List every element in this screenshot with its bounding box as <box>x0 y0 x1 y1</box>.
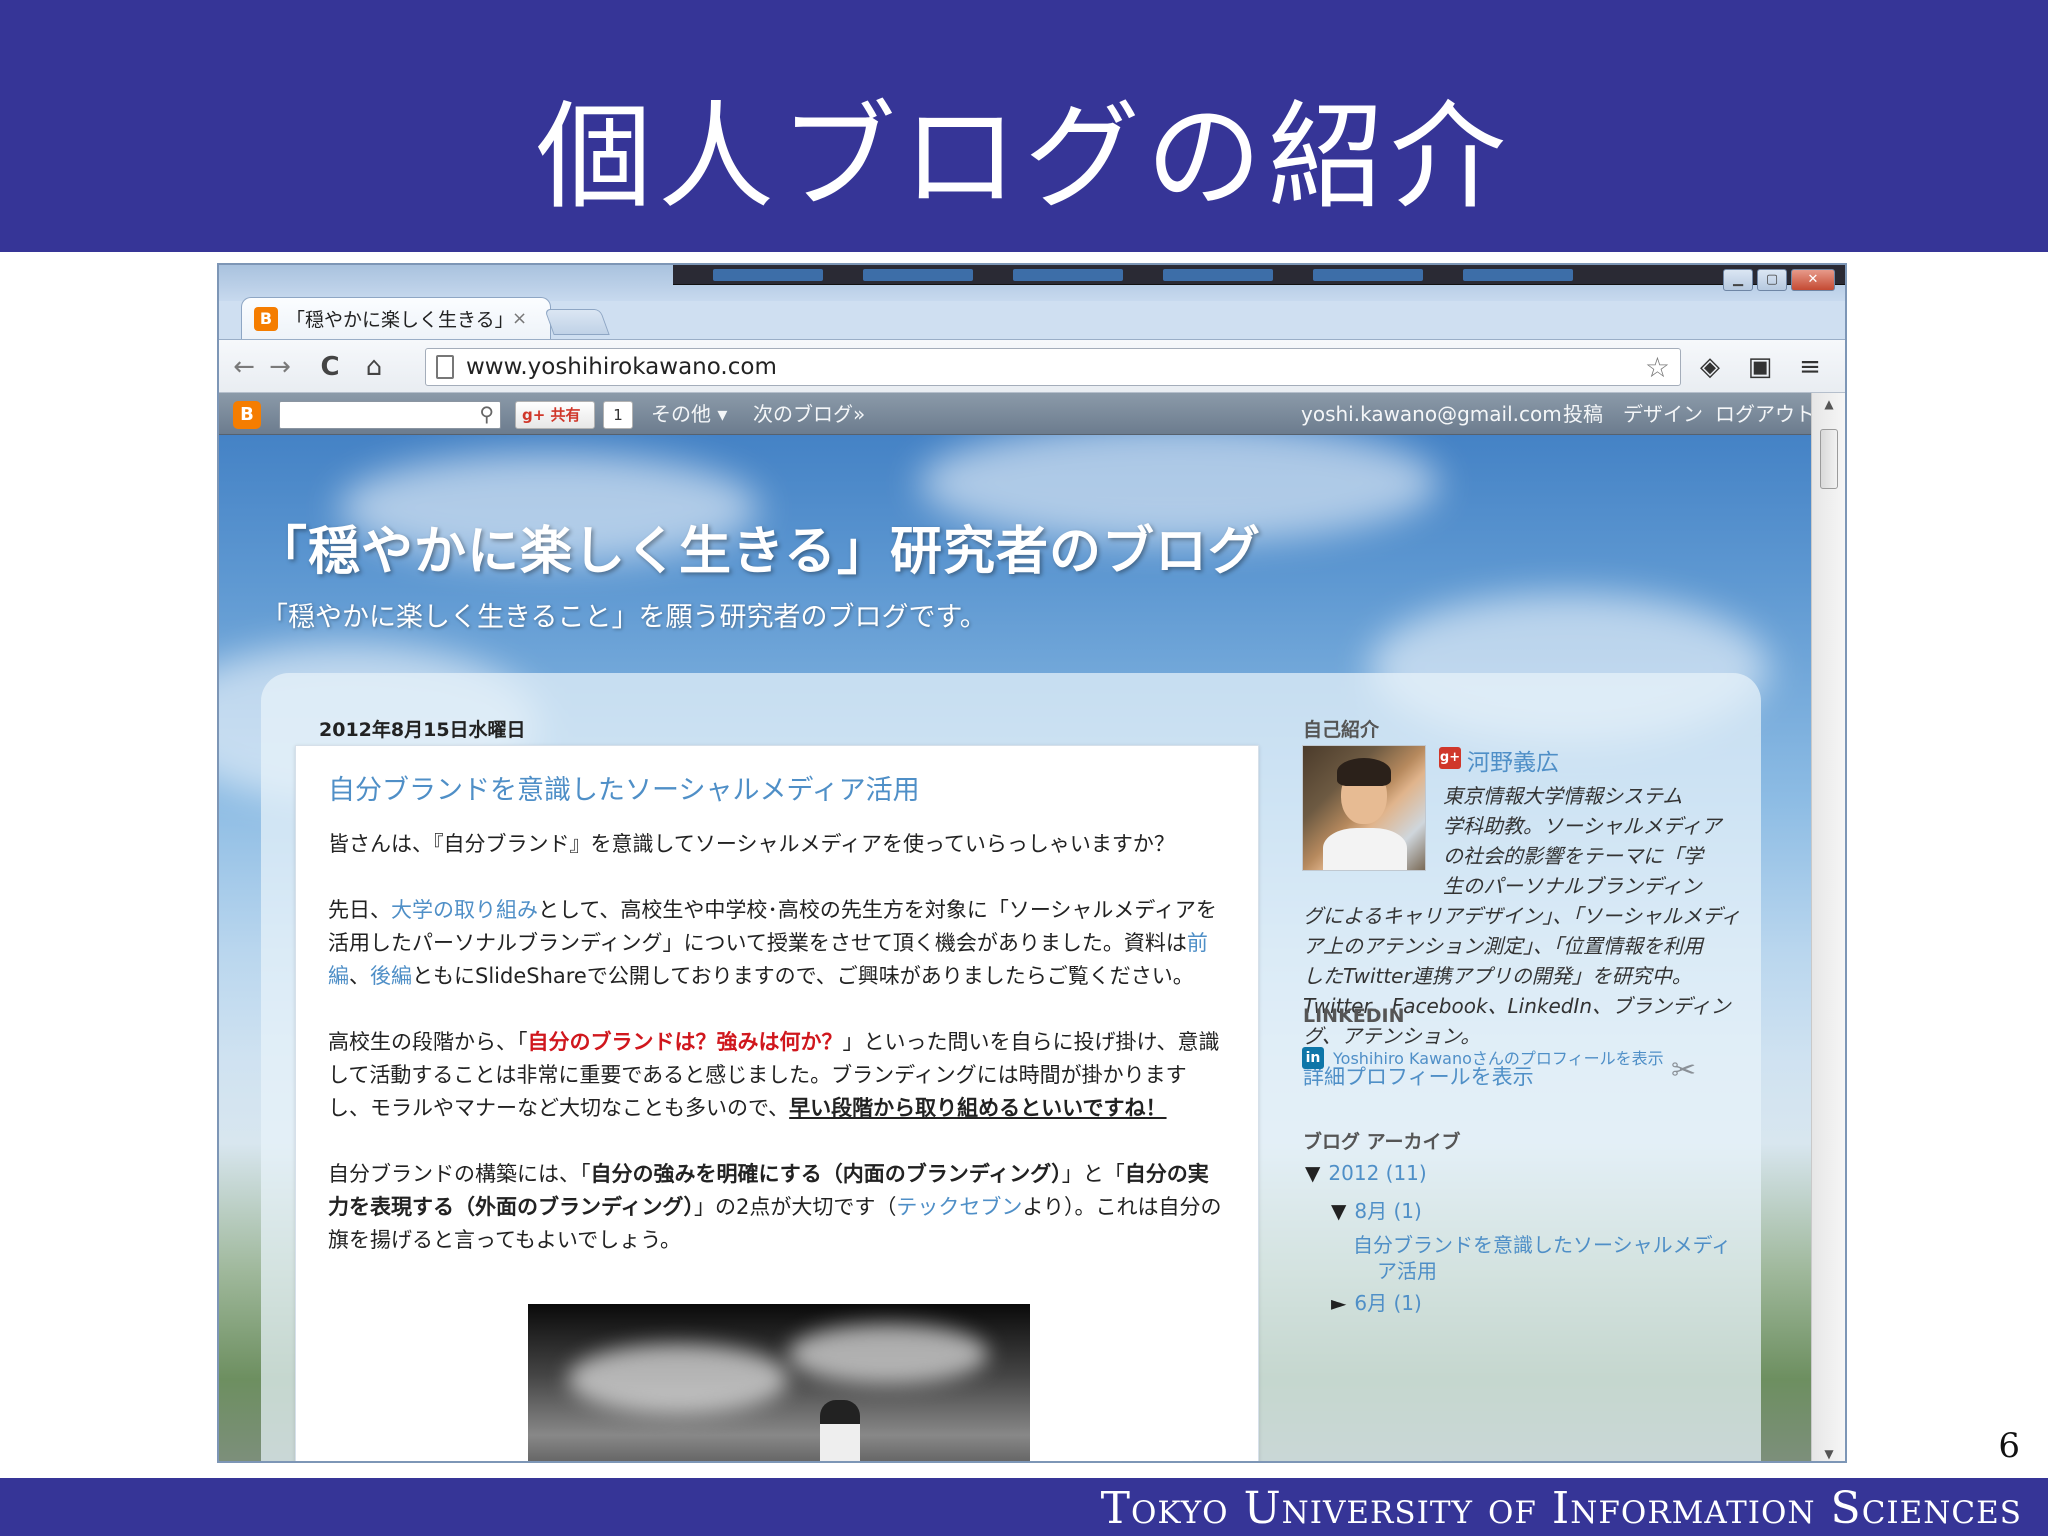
page-viewport: B ⚲ g+ 共有 1 その他 ▾ 次のブログ» yoshi.kawano@gm… <box>219 393 1813 1461</box>
address-bar[interactable]: www.yoshihirokawano.com ☆ <box>425 348 1681 386</box>
browser-window: ▁ ▢ ✕ B 「穏やかに楽しく生きる」 × ← → C ⌂ www.yoshi… <box>217 263 1847 1463</box>
new-tab-button[interactable] <box>544 309 610 335</box>
tab-close-icon[interactable]: × <box>512 308 527 329</box>
archive-month[interactable]: ▼ 8月 (1) <box>1331 1195 1422 1224</box>
post-link[interactable]: 投稿 <box>1563 401 1603 427</box>
slide: 個人ブログの紹介 ▁ ▢ ✕ B 「穏やかに楽しく生きる」 × ← → C ⌂ … <box>0 0 2048 1536</box>
browser-toolbar: ← → C ⌂ www.yoshihirokawano.com ☆ ◈ ▣ ≡ <box>219 339 1845 393</box>
forward-arrow-icon[interactable]: → <box>263 350 297 384</box>
collapse-toggle-icon: ► <box>1331 1291 1347 1315</box>
expand-toggle-icon: ▼ <box>1331 1199 1347 1223</box>
archive-post-link[interactable]: 自分ブランドを意識したソーシャルメディ <box>1353 1229 1731 1258</box>
linkedin-icon: in <box>1302 1047 1324 1069</box>
minimize-button[interactable]: ▁ <box>1723 269 1753 291</box>
scroll-down-icon[interactable]: ▼ <box>1812 1443 1845 1461</box>
url-text: www.yoshihirokawano.com <box>466 354 777 380</box>
post-paragraph-3: 高校生の段階から、「自分のブランドは？強みは何か？」といった問いを自らに投げ掛け… <box>328 1030 1220 1120</box>
maximize-button[interactable]: ▢ <box>1757 269 1787 291</box>
page-icon <box>436 355 454 379</box>
gplus-badge-icon: g+ <box>1439 747 1461 769</box>
post-title[interactable]: 自分ブランドを意識したソーシャルメディア活用 <box>328 768 920 807</box>
blog-post: 自分ブランドを意識したソーシャルメディア活用 皆さんは、『自分ブランド』を意識し… <box>295 745 1259 1461</box>
design-link[interactable]: デザイン <box>1623 401 1703 427</box>
blog-search-input[interactable]: ⚲ <box>279 401 501 429</box>
blog-title[interactable]: 「穏やかに楽しく生きる」研究者のブログ <box>255 509 1261 584</box>
blogger-navbar: B ⚲ g+ 共有 1 その他 ▾ 次のブログ» yoshi.kawano@gm… <box>219 393 1813 435</box>
account-email[interactable]: yoshi.kawano@gmail.com <box>1301 401 1562 427</box>
emphasis-question: 自分のブランドは？強みは何か？ <box>527 1030 843 1054</box>
blogger-logo-icon[interactable]: B <box>233 401 261 429</box>
taskbar-overlay <box>673 265 1845 285</box>
star-icon[interactable]: ☆ <box>1645 351 1670 384</box>
page-scrollbar[interactable]: ▲ ▼ <box>1811 393 1845 1461</box>
linkedin-link[interactable]: Yoshihiro Kawanoさんのプロフィールを表示 <box>1333 1045 1664 1069</box>
logout-link[interactable]: ログアウト <box>1715 401 1813 427</box>
reload-icon[interactable]: C <box>313 350 347 384</box>
hamburger-menu-icon[interactable]: ≡ <box>1793 350 1827 384</box>
part2-link[interactable]: 後編 <box>370 964 412 988</box>
slide-header: 個人ブログの紹介 <box>0 0 2048 252</box>
scroll-thumb[interactable] <box>1820 429 1838 489</box>
page-number: 6 <box>1998 1426 2020 1466</box>
archive-month-collapsed[interactable]: ► 6月 (1) <box>1331 1287 1422 1316</box>
person-figure <box>820 1400 860 1461</box>
author-name[interactable]: 河野義広 <box>1467 743 1559 777</box>
more-menu[interactable]: その他 ▾ <box>651 401 727 427</box>
university-link[interactable]: 大学の取り組み <box>391 898 538 922</box>
post-paragraph-4: 自分ブランドの構築には、「自分の強みを明確にする（内面のブランディング）」と「自… <box>328 1162 1222 1252</box>
next-blog-link[interactable]: 次のブログ» <box>753 401 865 427</box>
search-icon[interactable]: ⚲ <box>479 402 494 426</box>
home-icon[interactable]: ⌂ <box>357 350 391 384</box>
gplus-icon: g+ <box>522 406 546 424</box>
post-date: 2012年8月15日水曜日 <box>319 719 526 741</box>
close-window-button[interactable]: ✕ <box>1791 269 1835 291</box>
wrench-icon[interactable]: ✂ <box>1671 1053 1696 1088</box>
post-paragraph-2: 先日、大学の取り組みとして、高校生や中学校･高校の先生方を対象に「ソーシャルメデ… <box>328 898 1217 988</box>
linkedin-heading: LINKEDIN <box>1303 1005 1405 1027</box>
share-count: 1 <box>603 401 633 429</box>
post-paragraph-1: 皆さんは、『自分ブランド』を意識してソーシャルメディアを使っていらっしゃいますか… <box>328 832 1175 856</box>
browser-tab[interactable]: B 「穏やかに楽しく生きる」 × <box>241 297 551 339</box>
emphasis-conclusion: 早い段階から取り組めるといいですね！ <box>789 1096 1167 1120</box>
evernote-icon[interactable]: ▣ <box>1743 350 1777 384</box>
share-label: 共有 <box>550 406 581 424</box>
scroll-up-icon[interactable]: ▲ <box>1812 393 1845 415</box>
profile-heading: 自己紹介 <box>1303 719 1380 741</box>
gplus-share-button[interactable]: g+ 共有 <box>515 401 595 429</box>
blogger-favicon-icon: B <box>254 306 278 331</box>
footer-institution: Tokyo University of Information Sciences <box>1100 1483 2022 1534</box>
slide-title: 個人ブログの紹介 <box>536 90 1512 225</box>
expand-toggle-icon: ▼ <box>1305 1161 1321 1185</box>
techseven-link[interactable]: テックセブン <box>896 1195 1022 1219</box>
tab-title: 「穏やかに楽しく生きる」 <box>286 309 506 331</box>
blog-description: 「穏やかに楽しく生きること」を願う研究者のブログです。 <box>261 602 987 633</box>
slide-footer: Tokyo University of Information Sciences <box>0 1478 2048 1536</box>
window-controls: ▁ ▢ ✕ <box>1723 269 1835 291</box>
post-image <box>528 1304 1030 1461</box>
archive-post-link-cont[interactable]: ア活用 <box>1377 1255 1437 1284</box>
back-arrow-icon[interactable]: ← <box>227 350 261 384</box>
archive-year[interactable]: ▼ 2012 (11) <box>1305 1161 1427 1185</box>
archive-heading: ブログ アーカイブ <box>1303 1131 1461 1153</box>
layers-icon[interactable]: ◈ <box>1693 350 1727 384</box>
